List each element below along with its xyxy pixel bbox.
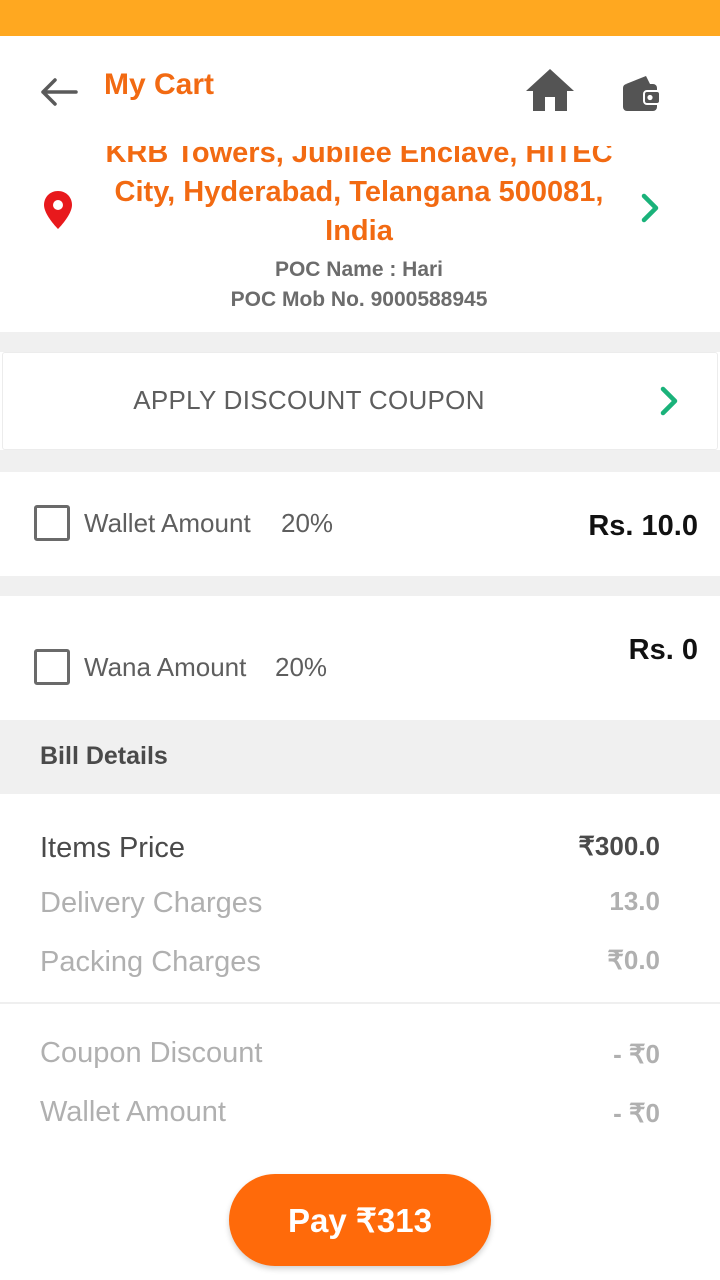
chevron-right-icon (636, 190, 664, 226)
delivery-address[interactable]: KRB Towers, Jubilee Enclave, HITEC City,… (0, 146, 720, 332)
items-price-value: ₹300.0 (578, 831, 660, 861)
chevron-right-icon (655, 383, 683, 419)
pay-button[interactable]: Pay ₹313 (229, 1174, 491, 1266)
wana-amount-checkbox[interactable] (34, 649, 70, 685)
coupon-discount-label: Coupon Discount (40, 1037, 263, 1069)
wallet-deduction-value: - ₹0 (613, 1098, 660, 1128)
packing-charges-value: ₹0.0 (607, 945, 660, 975)
coupon-label: APPLY DISCOUNT COUPON (133, 385, 485, 415)
poc-name: POC Name : Hari (274, 258, 444, 281)
wallet-amount-percent: 20% (281, 508, 334, 538)
page-title: My Cart (104, 68, 215, 101)
wallet-deduction-label: Wallet Amount (40, 1096, 226, 1128)
wallet-amount-option: Wallet Amount 20% Rs. 10.0 (0, 472, 720, 576)
items-price-label: Items Price (40, 832, 186, 864)
wallet-button[interactable] (620, 74, 664, 114)
delivery-charges-label: Delivery Charges (40, 887, 263, 919)
poc-mobile: POC Mob No. 9000588945 (230, 288, 488, 311)
bill-details-title: Bill Details (40, 742, 168, 770)
status-bar (0, 0, 720, 36)
wallet-amount-checkbox[interactable] (34, 505, 70, 541)
home-icon (526, 69, 574, 111)
wallet-icon (623, 76, 661, 111)
wallet-amount-value: Rs. 10.0 (588, 510, 698, 542)
wallet-amount-label: Wallet Amount (84, 508, 251, 538)
bill-divider (0, 1002, 720, 1004)
back-button[interactable] (34, 72, 82, 112)
arrow-left-icon (41, 78, 78, 106)
section-divider (0, 576, 720, 596)
wana-amount-percent: 20% (275, 652, 328, 682)
section-divider (0, 450, 720, 472)
wana-amount-option: Wana Amount 20% Rs. 0 (0, 596, 720, 720)
home-button[interactable] (524, 66, 576, 114)
wana-amount-label: Wana Amount (84, 652, 247, 682)
bill-details-header: Bill Details (0, 720, 720, 794)
coupon-discount-value: - ₹0 (613, 1039, 660, 1069)
wana-amount-value: Rs. 0 (628, 634, 698, 666)
delivery-charges-value: 13.0 (609, 886, 660, 916)
address-text: KRB Towers, Jubilee Enclave, HITEC City,… (105, 146, 613, 247)
apply-coupon-button[interactable]: APPLY DISCOUNT COUPON (2, 352, 718, 450)
app-header: My Cart (0, 36, 720, 146)
section-divider (0, 332, 720, 352)
location-pin-icon (42, 190, 74, 230)
packing-charges-label: Packing Charges (40, 946, 261, 978)
